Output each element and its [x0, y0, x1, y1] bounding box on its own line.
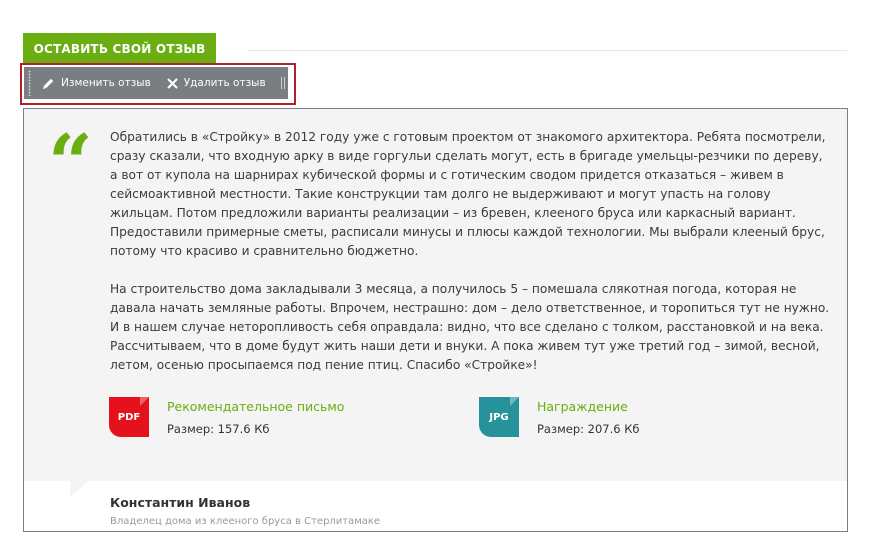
review-paragraph: На строительство дома закладывали 3 меся…	[110, 282, 830, 372]
attachment-recommendation-letter[interactable]: PDF Рекомендательное письмо Размер: 157.…	[109, 397, 344, 437]
attachment-info: Рекомендательное письмо Размер: 157.6 Кб	[167, 397, 344, 437]
edit-review-label: Изменить отзыв	[61, 77, 151, 89]
jpg-icon: JPG	[479, 397, 519, 437]
delete-review-button[interactable]: Удалить отзыв	[159, 67, 274, 99]
attachment-info: Награждение Размер: 207.6 Кб	[537, 397, 640, 437]
attachment-size: Размер: 207.6 Кб	[537, 422, 640, 436]
toolbar-menu-icon[interactable]	[278, 77, 288, 89]
edit-review-button[interactable]: Изменить отзыв	[34, 67, 159, 99]
review-body: “ Обратились в «Стройку» в 2012 году уже…	[24, 109, 847, 481]
file-type-label: JPG	[489, 411, 509, 423]
attachment-size: Размер: 157.6 Кб	[167, 422, 270, 436]
review-card: “ Обратились в «Стройку» в 2012 году уже…	[23, 108, 848, 532]
author-role: Владелец дома из клееного бруса в Стерли…	[110, 516, 381, 527]
delete-review-label: Удалить отзыв	[183, 77, 266, 89]
quote-icon: “	[48, 118, 93, 209]
attachment-award[interactable]: JPG Награждение Размер: 207.6 Кб	[479, 397, 640, 437]
speech-bubble-tail	[70, 481, 88, 497]
header-divider	[247, 50, 847, 51]
pdf-icon: PDF	[109, 397, 149, 437]
author-name: Константин Иванов	[110, 495, 251, 510]
attachment-title[interactable]: Рекомендательное письмо	[167, 399, 344, 415]
close-icon	[167, 78, 178, 88]
pencil-icon	[43, 78, 54, 89]
edit-toolbar: Изменить отзыв Удалить отзыв	[24, 67, 288, 99]
review-paragraph: Обратились в «Стройку» в 2012 году уже с…	[110, 130, 826, 258]
attachment-title[interactable]: Награждение	[537, 399, 640, 415]
drag-handle-icon[interactable]	[24, 67, 34, 99]
review-text: Обратились в «Стройку» в 2012 году уже с…	[110, 128, 830, 394]
leave-review-button[interactable]: ОСТАВИТЬ СВОЙ ОТЗЫВ	[23, 33, 216, 65]
file-type-label: PDF	[117, 411, 141, 423]
